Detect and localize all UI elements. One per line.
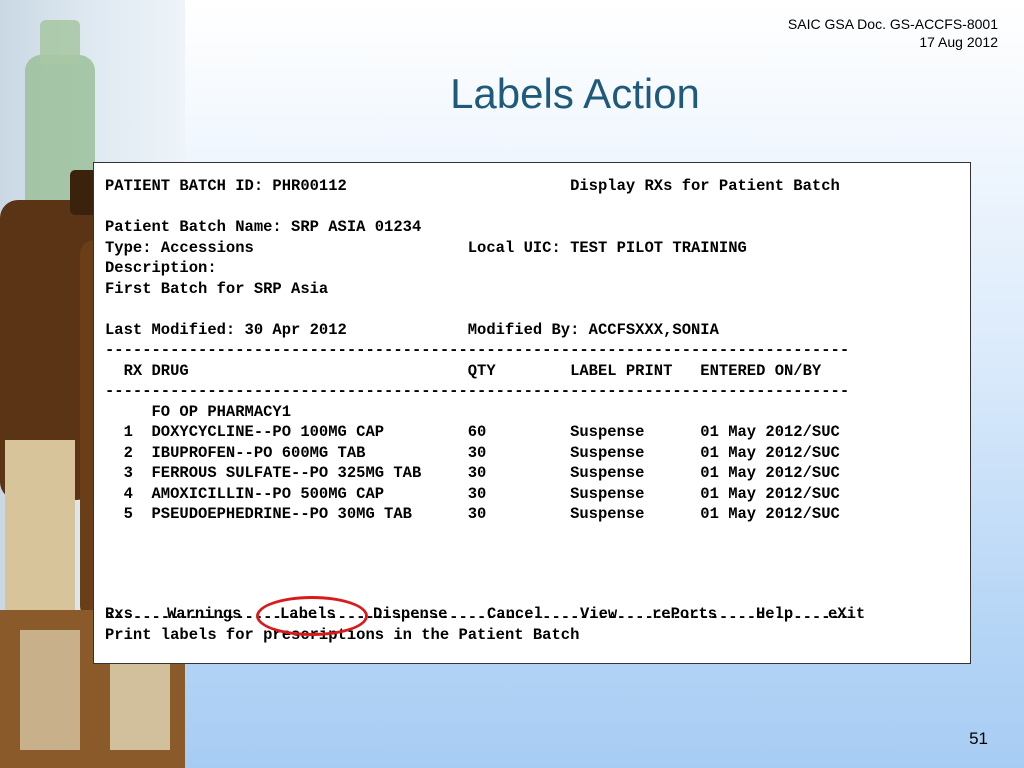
- dispense-command[interactable]: Dispense: [373, 604, 447, 625]
- table-header: RX DRUG QTY LABEL PRINT ENTERED ON/BY: [105, 361, 822, 380]
- cancel-command[interactable]: Cancel: [487, 604, 543, 625]
- table-row: 5 PSEUDOEPHEDRINE--PO 30MG TAB 30 Suspen…: [105, 505, 840, 523]
- pharmacy-group-label: FO OP PHARMACY1: [105, 402, 292, 421]
- table-row: 1 DOXYCYCLINE--PO 100MG CAP 60 Suspense …: [105, 423, 840, 441]
- separator-line: ----------------------------------------…: [105, 382, 850, 400]
- table-row: 3 FERROUS SULFATE--PO 325MG TAB 30 Suspe…: [105, 464, 840, 482]
- terminal-line: Type: Accessions Local UIC: TEST PILOT T…: [105, 238, 747, 257]
- terminal-line: Last Modified: 30 Apr 2012 Modified By: …: [105, 320, 719, 339]
- status-message: Print labels for prescriptions in the Pa…: [105, 626, 580, 644]
- rxs-command[interactable]: Rxs: [105, 604, 133, 625]
- view-command[interactable]: View: [580, 604, 617, 625]
- slide-title: Labels Action: [450, 70, 700, 117]
- terminal-line: Description:: [105, 259, 217, 277]
- document-number: SAIC GSA Doc. GS-ACCFS-8001: [787, 16, 998, 32]
- table-row: 4 AMOXICILLIN--PO 500MG CAP 30 Suspense …: [105, 484, 840, 503]
- terminal-line: PATIENT BATCH ID: PHR00112 Display RXs f…: [105, 177, 840, 195]
- warnings-command[interactable]: Warnings: [167, 604, 241, 625]
- help-command[interactable]: Help: [756, 604, 793, 625]
- separator-line: ----------------------------------------…: [105, 341, 850, 359]
- reports-command[interactable]: rePorts: [652, 604, 717, 625]
- table-row: 2 IBUPROFEN--PO 600MG TAB 30 Suspense 01…: [105, 443, 840, 462]
- document-reference: SAIC GSA Doc. GS-ACCFS-8001 17 Aug 2012: [788, 15, 998, 51]
- terminal-line: First Batch for SRP Asia: [105, 279, 329, 298]
- exit-command[interactable]: eXit: [828, 604, 865, 625]
- labels-command[interactable]: Labels: [280, 604, 336, 625]
- terminal-line: Patient Batch Name: SRP ASIA 01234: [105, 218, 422, 236]
- slide-number: 51: [969, 729, 988, 748]
- terminal-window: PATIENT BATCH ID: PHR00112 Display RXs f…: [93, 162, 971, 664]
- document-date: 17 Aug 2012: [919, 34, 998, 50]
- terminal-screen-lines: PATIENT BATCH ID: PHR00112 Display RXs f…: [105, 176, 849, 627]
